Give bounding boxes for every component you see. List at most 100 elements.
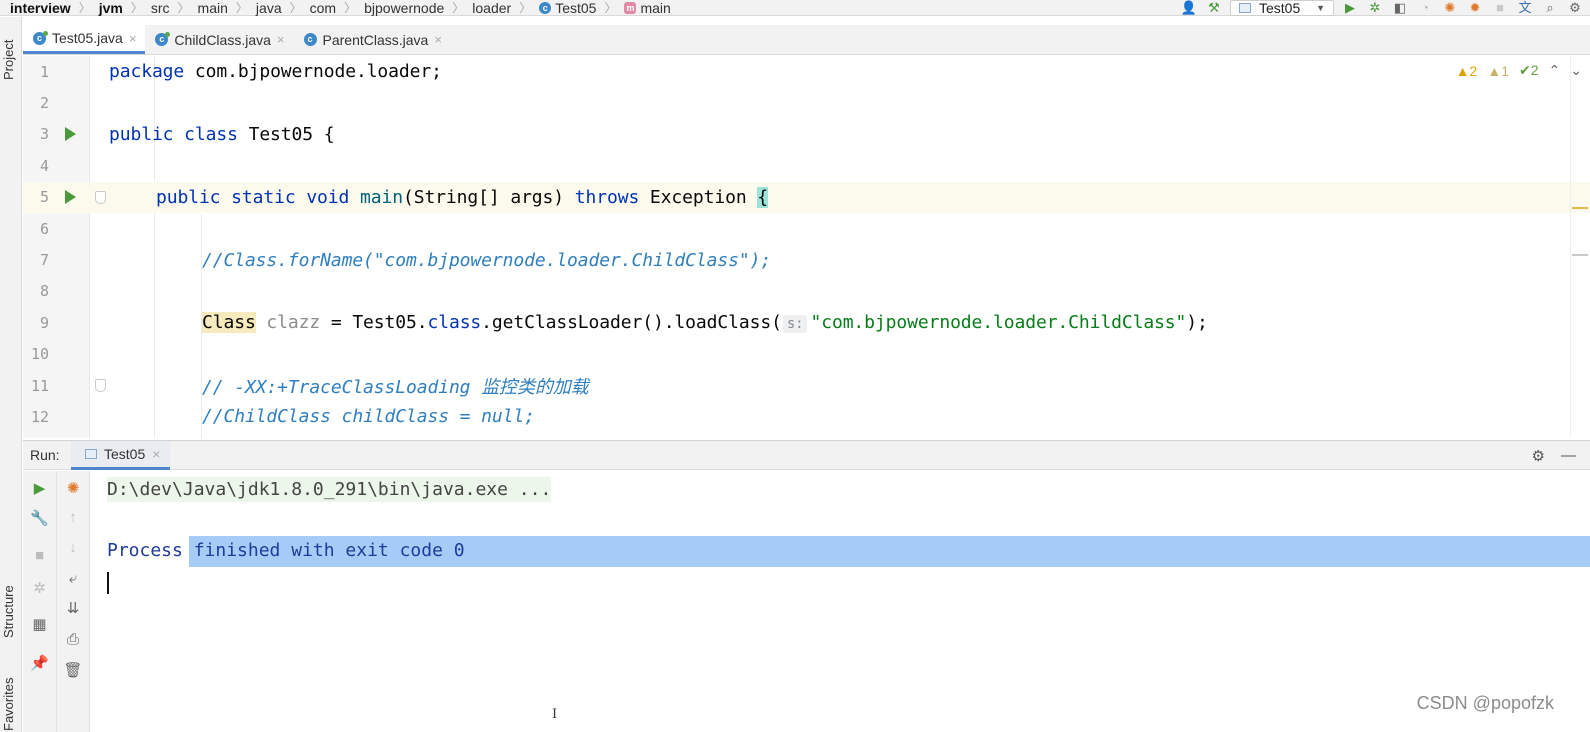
console-output[interactable]: D:\dev\Java\jdk1.8.0_291\bin\java.exe ..… (91, 471, 1590, 732)
code-line: 12 //ChildClass childClass = null; (23, 401, 1590, 432)
code-line: 11 // -XX:+TraceClassLoading 监控类的加载 (23, 370, 1590, 401)
code-line: 4 (23, 150, 1590, 181)
build-hammer-icon[interactable]: ⚒ (1205, 1, 1223, 15)
weak-warning-count[interactable]: ▲1 (1487, 63, 1509, 79)
line-number: 9 (39, 313, 49, 332)
java-class-icon: c (303, 33, 317, 46)
minimize-icon[interactable]: — (1561, 447, 1576, 465)
run-gutter-icon[interactable] (65, 127, 76, 142)
favorites-tool-tab[interactable]: Favorites (1, 677, 21, 732)
method-icon: m (624, 1, 637, 14)
translate-icon[interactable]: 文 (1516, 1, 1534, 15)
tab-test05-java[interactable]: c Test05.java × (23, 25, 146, 54)
profiler-icon[interactable]: ✺ (57, 479, 89, 497)
inspection-widget[interactable]: ▲2 ▲1 ✔2 ⌃ ⌄ (1456, 62, 1582, 79)
stop-icon[interactable]: ■ (1491, 1, 1509, 15)
typo-count[interactable]: ✔2 (1519, 62, 1539, 79)
soft-wrap-icon[interactable]: ⤶ (57, 570, 89, 587)
pin-icon[interactable]: 📌 (23, 654, 56, 672)
run-config-label: Test05 (1259, 0, 1301, 16)
breadcrumb-project[interactable]: interview (10, 1, 71, 15)
user-icon[interactable]: 👤 (1180, 1, 1198, 15)
code-line: 3 public class Test05 { (23, 119, 1590, 150)
code-line: 8 (23, 276, 1590, 307)
code-segment: Exception (639, 186, 758, 208)
error-stripe[interactable] (1570, 56, 1590, 438)
coverage-icon[interactable]: ◧ (1391, 1, 1409, 15)
breadcrumb-separator: 〉 (78, 0, 91, 15)
profile-icon[interactable]: ◔ (1416, 1, 1434, 15)
settings-icon[interactable]: ⚙ (1566, 1, 1584, 15)
wrench-icon[interactable]: 🔧 (23, 509, 56, 527)
code-segment: ); (1186, 312, 1208, 334)
parameter-hint: s: (782, 315, 808, 334)
java-class-icon: c (33, 30, 48, 45)
java-class-icon: c (155, 32, 171, 46)
stop-icon[interactable]: ■ (23, 547, 56, 564)
code-comment: // -XX:+TraceClassLoading 监控类的加载 (202, 376, 589, 398)
close-icon[interactable]: × (434, 32, 442, 47)
chevron-up-icon[interactable]: ⌃ (1549, 62, 1561, 79)
keyword: package (109, 61, 185, 83)
layout-icon[interactable]: ▦ (23, 615, 56, 633)
breadcrumb-main[interactable]: main (198, 1, 228, 15)
scroll-to-end-icon[interactable]: ⇊ (57, 599, 89, 617)
structure-tool-tab[interactable]: Structure (1, 572, 21, 652)
code-line: 6 (23, 213, 1590, 244)
editor-tab-bar: c Test05.java × c ChildClass.java × c Pa… (23, 25, 1590, 55)
weak-warning-count-value: 1 (1501, 62, 1509, 79)
fold-icon[interactable] (95, 379, 106, 393)
code-line: 9 Class clazz = Test05.class.getClassLoa… (23, 307, 1590, 338)
run-gutter-icon[interactable] (65, 190, 76, 205)
breadcrumb-com[interactable]: com (310, 1, 336, 15)
breadcrumb-method[interactable]: main (640, 1, 670, 15)
settings-icon[interactable]: ⚙ (1532, 447, 1545, 465)
line-number: 10 (30, 345, 49, 364)
line-number: 3 (39, 125, 49, 144)
breadcrumb-separator: 〉 (604, 0, 617, 15)
debug-icon[interactable]: ✲ (1366, 1, 1384, 15)
hotswap-icon[interactable]: ✺ (1441, 1, 1459, 15)
tab-childclass-java[interactable]: c ChildClass.java × (145, 25, 293, 54)
breadcrumb-bjpowernode[interactable]: bjpowernode (364, 1, 444, 15)
keyword: class (427, 312, 482, 334)
tab-label: ParentClass.java (322, 31, 429, 48)
tab-parentclass-java[interactable]: c ParentClass.java × (294, 25, 451, 54)
info-mark[interactable] (1572, 254, 1588, 256)
run-configuration-select[interactable]: Test05 ▼ (1230, 0, 1334, 16)
breadcrumb-java[interactable]: java (256, 1, 282, 15)
breadcrumb-loader[interactable]: loader (472, 1, 511, 15)
run-icon[interactable]: ▶ (1341, 1, 1359, 15)
arrow-down-icon[interactable]: ↓ (57, 539, 89, 556)
run-tab-test05[interactable]: Test05 × (71, 440, 171, 470)
rerun-icon[interactable]: ▶ (23, 479, 56, 497)
print-icon[interactable]: ⎙ (57, 631, 89, 648)
run-panel-header: Run: Test05 × ⚙ — (23, 440, 1590, 470)
breadcrumb-src[interactable]: src (151, 1, 170, 15)
code-segment: (String[] args) (402, 186, 575, 208)
matched-brace: { (757, 186, 769, 208)
code-editor[interactable]: 1 package com.bjpowernode.loader; 2 3 pu… (23, 56, 1590, 438)
project-tool-tab[interactable]: Project (1, 25, 21, 95)
breadcrumb: interview 〉 jvm 〉 src 〉 main 〉 java 〉 co… (0, 0, 671, 16)
close-icon[interactable]: × (277, 32, 285, 47)
arrow-up-icon[interactable]: ↑ (57, 509, 89, 526)
breadcrumb-class[interactable]: Test05 (555, 1, 596, 15)
favorites-tool-label: Favorites (1, 677, 16, 732)
attach-icon[interactable]: ✹ (1466, 1, 1484, 15)
search-icon[interactable]: ⌕ (1541, 1, 1559, 15)
line-number: 6 (39, 219, 49, 238)
close-icon[interactable]: × (152, 446, 160, 462)
warning-count[interactable]: ▲2 (1456, 63, 1478, 79)
trash-icon[interactable]: 🗑 (57, 661, 89, 679)
line-number: 4 (39, 156, 49, 175)
breadcrumb-separator: 〉 (235, 0, 248, 15)
fold-icon[interactable] (95, 190, 106, 204)
breadcrumb-separator: 〉 (519, 0, 532, 15)
breadcrumb-module[interactable]: jvm (99, 1, 123, 15)
main-toolbar: 👤 ⚒ Test05 ▼ ▶ ✲ ◧ ◔ ✺ ✹ ■ 文 ⌕ ⚙ (1180, 0, 1590, 16)
warning-mark[interactable] (1572, 207, 1588, 209)
line-number: 11 (30, 376, 49, 395)
debug-restart-icon[interactable]: ✲ (23, 579, 56, 597)
close-icon[interactable]: × (129, 31, 137, 46)
